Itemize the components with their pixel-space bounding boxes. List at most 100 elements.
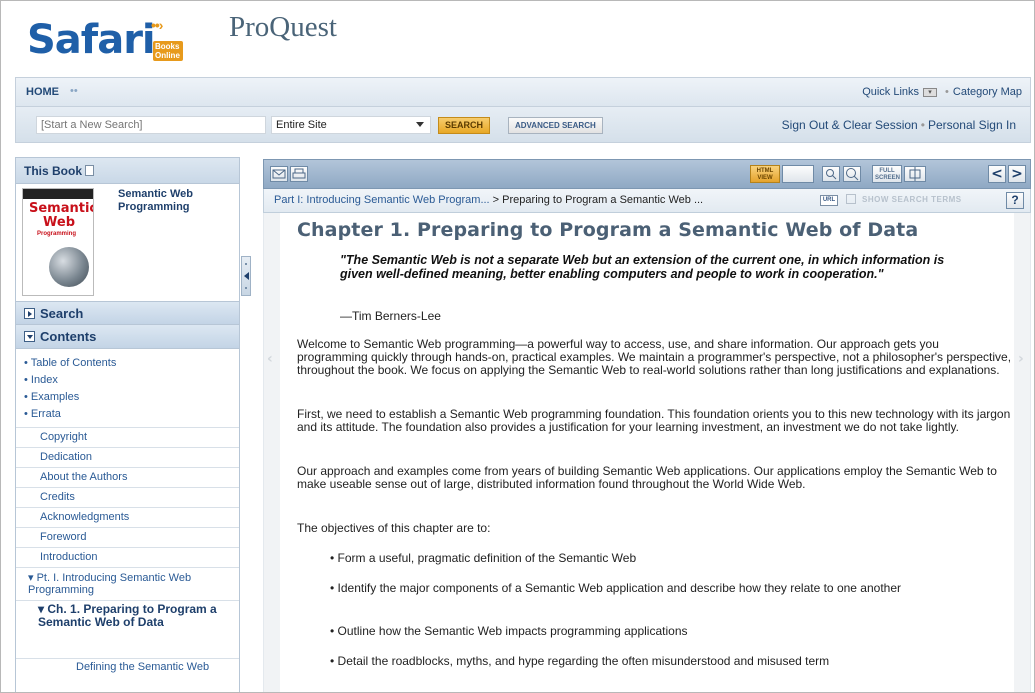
top-nav-bar: HOME •• Quick Links ▾ • Category Map [15, 77, 1031, 107]
paragraph: The objectives of this chapter are to: [297, 521, 491, 535]
search-input[interactable] [36, 116, 266, 134]
category-map-link[interactable]: Category Map [953, 86, 1022, 98]
safari-logo[interactable]: Safari [27, 17, 156, 63]
dropdown-icon[interactable]: ▾ [923, 87, 938, 97]
reader-toolbar: HTML VIEW FULL SCREEN < > [263, 159, 1031, 189]
chevron-left-icon: ‹ [267, 351, 273, 367]
document-icon[interactable] [85, 165, 95, 176]
book-title-link[interactable]: Semantic Web Programming [118, 188, 228, 214]
contents-section-label: Contents [40, 329, 97, 344]
epigraph-attribution: —Tim Berners-Lee [340, 309, 441, 323]
expand-icon[interactable] [904, 166, 926, 182]
cover-strip [23, 189, 93, 199]
next-page-button[interactable]: > [1008, 165, 1026, 183]
separator: • [920, 118, 925, 132]
search-scope-value: Entire Site [276, 119, 327, 131]
show-search-terms-toggle[interactable]: SHOW SEARCH TERMS [846, 194, 962, 204]
html-view-button[interactable]: HTML VIEW [750, 165, 780, 183]
session-links: Sign Out & Clear Session • Personal Sign I… [782, 118, 1016, 132]
cover-globe-graphic [49, 247, 89, 287]
next-page-rail[interactable]: › [1014, 213, 1030, 692]
paragraph: Our approach and examples come from year… [297, 464, 997, 491]
search-bar: Entire Site SEARCH ADVANCED SEARCH Sign … [15, 107, 1031, 143]
cover-title-line2: Web [43, 215, 75, 230]
errata-link[interactable]: Errata [24, 406, 231, 423]
chevron-right-icon: › [1018, 351, 1024, 367]
grip-dot [245, 263, 247, 265]
cover-title-line3: Programming [37, 231, 77, 237]
index-link[interactable]: Index [24, 372, 231, 389]
list-item: Identify the major components of a Seman… [330, 582, 1010, 595]
search-scope-select[interactable]: Entire Site [271, 116, 431, 134]
sidebar-collapse-handle[interactable] [241, 256, 251, 296]
cover-title-line1: Semantic [29, 201, 94, 216]
breadcrumb-current: Preparing to Program a Semantic Web ... [502, 194, 704, 206]
toc-part-1[interactable]: ▾ Pt. I. Introducing Semantic Web Progra… [16, 567, 239, 600]
toc-item-acknowledgments[interactable]: Acknowledgments [16, 507, 239, 527]
page-view-button[interactable] [782, 165, 814, 183]
examples-link[interactable]: Examples [24, 389, 231, 406]
list-item: Form a useful, pragmatic definition of t… [330, 552, 1010, 565]
expand-arrow-icon [24, 308, 35, 319]
toc-item-copyright[interactable]: Copyright [16, 427, 239, 447]
chevron-down-icon [416, 122, 424, 127]
help-button[interactable]: ? [1006, 192, 1024, 209]
toc-section-defining[interactable]: Defining the Semantic Web [16, 658, 239, 692]
books-online-badge: Books Online [153, 41, 183, 61]
separator: • [945, 86, 949, 98]
print-icon[interactable] [290, 166, 308, 182]
search-button[interactable]: SEARCH [438, 117, 491, 134]
quick-links-link[interactable]: Quick Links [862, 86, 919, 98]
table-of-contents-link[interactable]: Table of Contents [24, 355, 231, 372]
search-section-label: Search [40, 306, 84, 321]
triangle-down-icon: ▾ [28, 572, 37, 584]
proquest-logo[interactable]: ProQuest [229, 11, 337, 44]
prev-page-rail[interactable]: ‹ [264, 213, 280, 692]
advanced-search-button[interactable]: ADVANCED SEARCH [508, 117, 603, 134]
url-button[interactable]: URL [820, 195, 838, 206]
this-book-header: This Book [16, 158, 239, 184]
breadcrumb-bar: Part I: Introducing Semantic Web Program… [263, 189, 1031, 213]
search-section-toggle[interactable]: Search [16, 301, 239, 325]
browser-page: Safari ••› Books Online ProQuest HOME ••… [0, 0, 1035, 693]
collapse-arrow-icon [24, 331, 35, 342]
toc-item-about-authors[interactable]: About the Authors [16, 467, 239, 487]
toc-chapter-label: Ch. 1. Preparing to Program a Semantic W… [38, 602, 217, 629]
toc-part-label: Pt. I. Introducing Semantic Web Programm… [28, 572, 192, 596]
contents-section-toggle[interactable]: Contents [16, 325, 239, 349]
logo-arrow-icon: ••› [151, 17, 164, 33]
checkbox-icon[interactable] [846, 194, 856, 204]
book-content: ‹ › Chapter 1. Preparing to Program a Se… [263, 213, 1031, 692]
zoom-out-icon[interactable] [822, 166, 840, 182]
book-cover-image[interactable]: Semantic Web Programming [22, 188, 94, 296]
breadcrumb-part-link[interactable]: Part I: Introducing Semantic Web Program… [274, 194, 490, 206]
previous-page-button[interactable]: < [988, 165, 1006, 183]
toc-chapter-1[interactable]: ▾ Ch. 1. Preparing to Program a Semantic… [16, 600, 239, 658]
email-icon[interactable] [270, 166, 288, 182]
home-dots-icon: •• [70, 85, 78, 97]
grip-dot [245, 287, 247, 289]
logo-header: Safari ••› Books Online ProQuest [1, 1, 1034, 75]
personal-sign-in-link[interactable]: Personal Sign In [928, 118, 1016, 132]
left-sidebar: This Book Semantic Web Programming Seman… [15, 157, 240, 692]
list-item: Outline how the Semantic Web impacts pro… [330, 625, 1010, 638]
breadcrumb: Part I: Introducing Semantic Web Program… [274, 194, 703, 206]
list-item: Detail the roadblocks, myths, and hype r… [330, 655, 1010, 668]
paragraph: First, we need to establish a Semantic W… [297, 407, 1011, 434]
this-book-label: This Book [24, 164, 83, 178]
toc-item-dedication[interactable]: Dedication [16, 447, 239, 467]
zoom-in-icon[interactable] [843, 166, 861, 182]
epigraph-quote: "The Semantic Web is not a separate Web … [340, 253, 945, 281]
show-search-terms-label: SHOW SEARCH TERMS [862, 195, 962, 204]
sign-out-link[interactable]: Sign Out & Clear Session [782, 118, 918, 132]
full-screen-button[interactable]: FULL SCREEN [872, 165, 902, 183]
breadcrumb-separator: > [489, 194, 503, 206]
toc-item-introduction[interactable]: Introduction [16, 547, 239, 567]
chapter-title: Chapter 1. Preparing to Program a Semant… [297, 219, 919, 241]
toc-item-foreword[interactable]: Foreword [16, 527, 239, 547]
book-info: Semantic Web Programming Semantic Web Pr… [16, 184, 239, 301]
home-link[interactable]: HOME [26, 86, 59, 98]
quick-links-area: Quick Links ▾ • Category Map [862, 86, 1022, 98]
toc-item-credits[interactable]: Credits [16, 487, 239, 507]
contents-links: Table of Contents Index Examples Errata [16, 349, 239, 427]
